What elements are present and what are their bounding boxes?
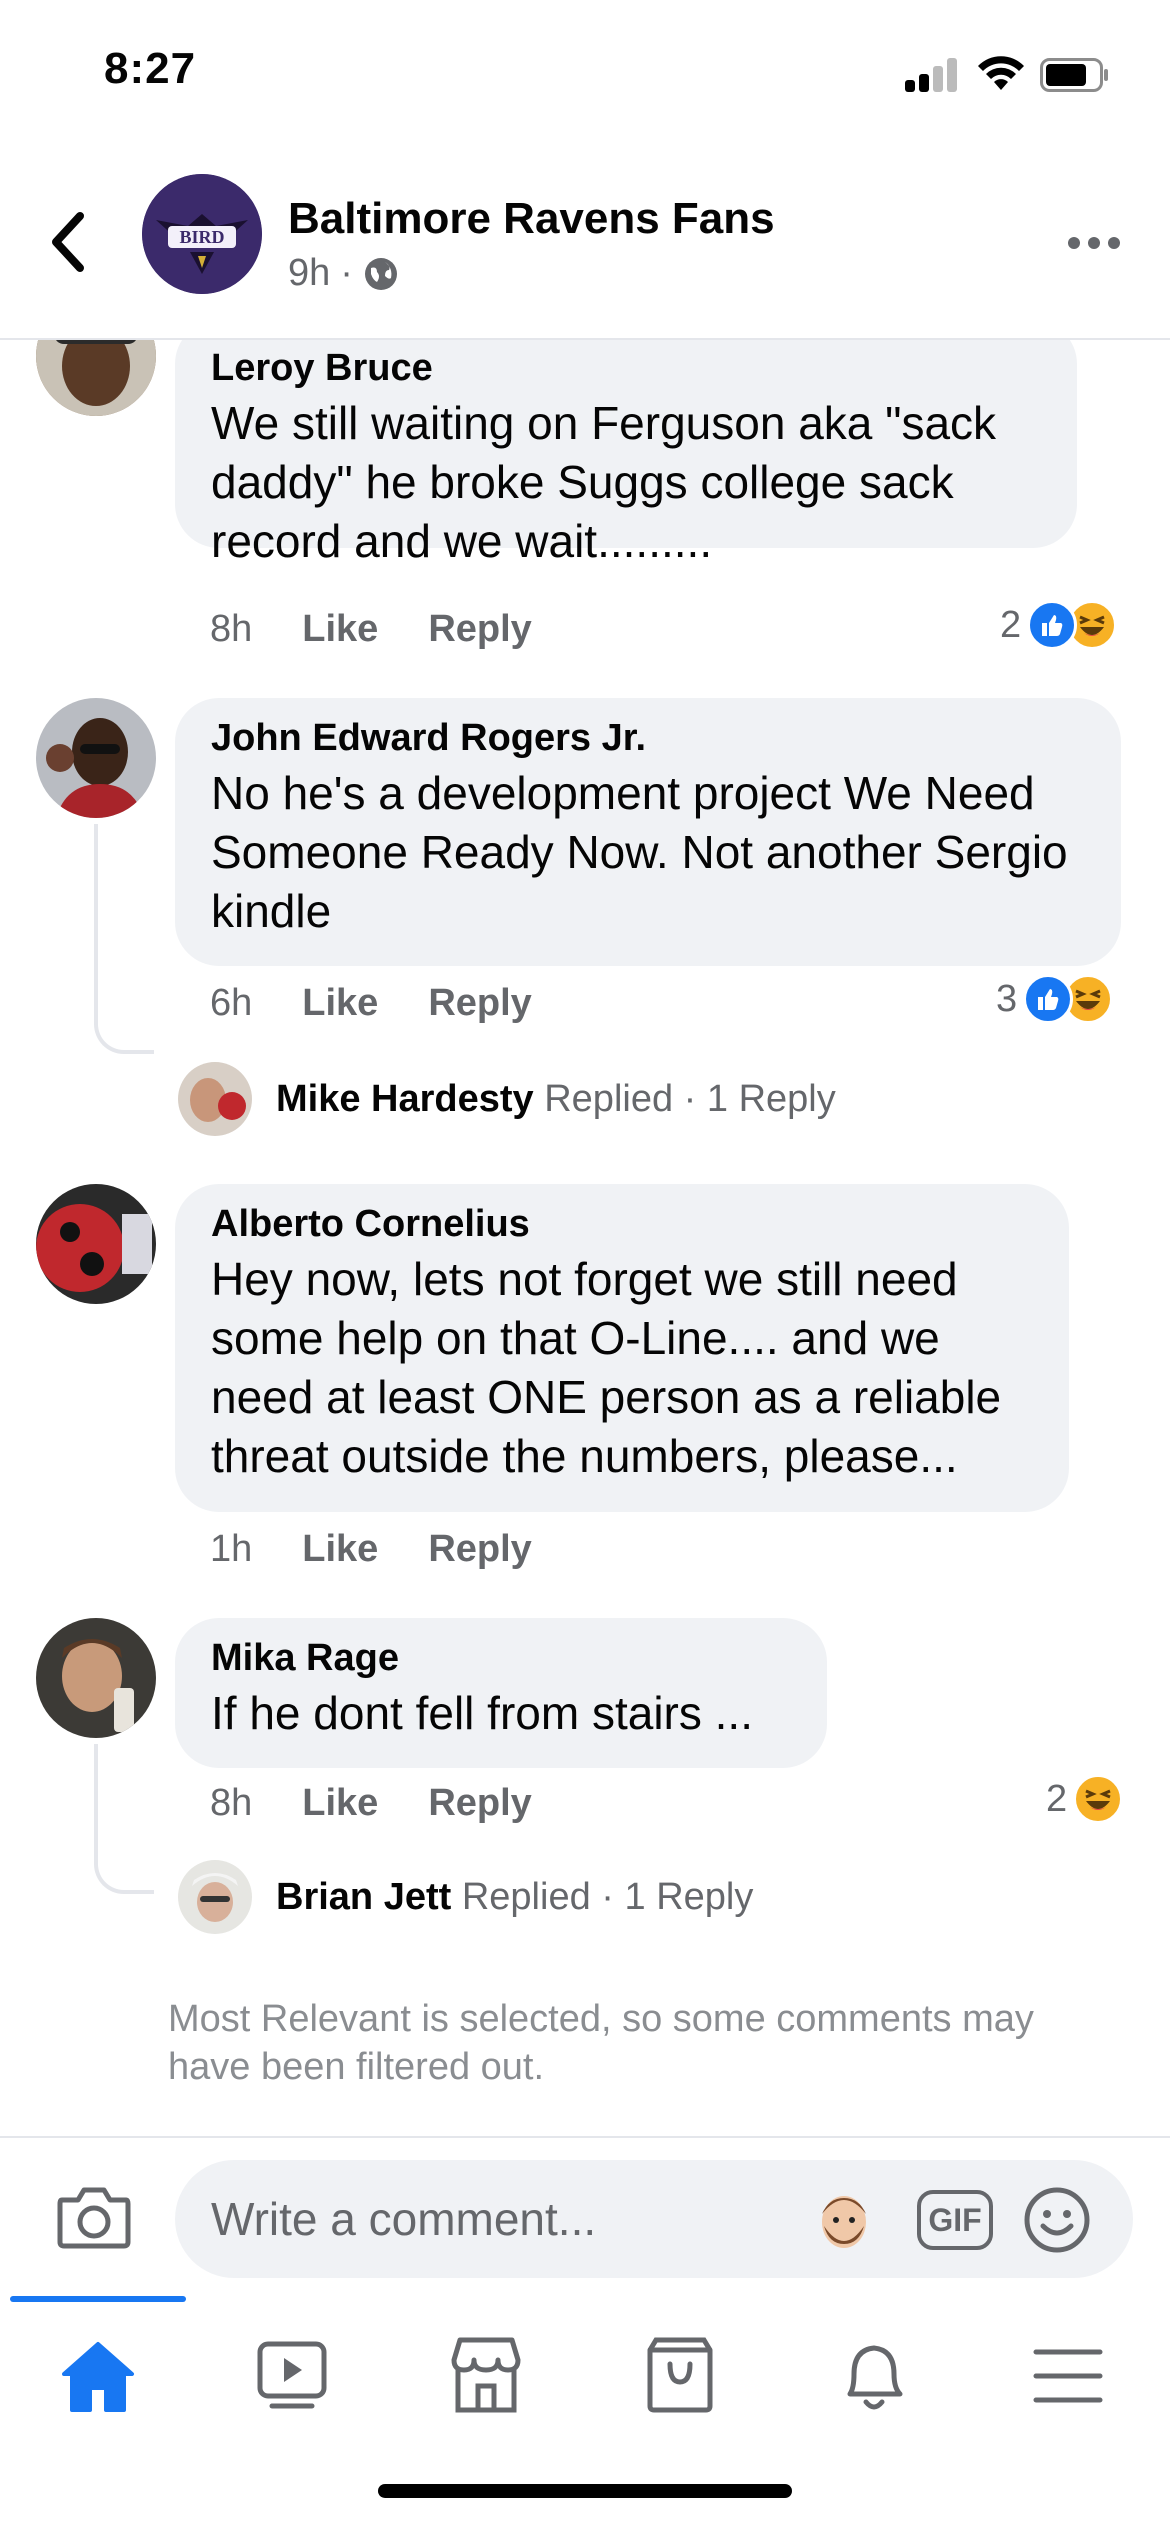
reply-separator: · <box>683 1077 697 1120</box>
like-button[interactable]: Like <box>302 1528 378 1571</box>
thread-connector <box>94 1744 154 1894</box>
reply-avatar <box>178 1860 252 1934</box>
comment-author[interactable]: Leroy Bruce <box>211 342 1041 394</box>
comment-bubble[interactable]: Mika Rage If he dont fell from stairs ..… <box>175 1618 827 1768</box>
comment-author[interactable]: Alberto Cornelius <box>211 1198 1033 1250</box>
reply-action: Replied <box>544 1077 674 1120</box>
reaction-summary[interactable]: 2 <box>1000 600 1118 650</box>
reply-author[interactable]: Mike Hardesty <box>276 1078 534 1120</box>
comment-text: Hey now, lets not forget we still need s… <box>211 1253 1002 1482</box>
home-icon[interactable] <box>48 2330 148 2420</box>
thread-connector <box>94 824 154 1054</box>
reply-count[interactable]: 1 Reply <box>707 1078 836 1120</box>
like-button[interactable]: Like <box>302 1782 378 1825</box>
battery-icon <box>1040 58 1108 92</box>
reply-button[interactable]: Reply <box>428 608 531 651</box>
reply-button[interactable]: Reply <box>428 1782 531 1825</box>
comment-actions: 1h Like Reply <box>210 1528 532 1571</box>
reaction-summary[interactable]: 2 <box>1046 1774 1124 1824</box>
comment-actions: 6h Like Reply <box>210 982 532 1025</box>
reaction-summary[interactable]: 3 <box>996 974 1114 1024</box>
post-age: 9h <box>288 252 331 294</box>
active-tab-indicator <box>10 2296 186 2302</box>
comment-bubble[interactable]: John Edward Rogers Jr. No he's a develop… <box>175 698 1121 966</box>
comment-bubble[interactable]: Alberto Cornelius Hey now, lets not forg… <box>175 1184 1069 1512</box>
more-options-icon[interactable] <box>1068 228 1124 258</box>
globe-icon <box>364 257 397 290</box>
reply-avatar <box>178 1062 252 1136</box>
emoji-icon[interactable] <box>1023 2186 1091 2254</box>
reply-action: Replied <box>461 1875 591 1918</box>
reaction-count: 3 <box>996 977 1018 1020</box>
like-button[interactable]: Like <box>302 608 378 651</box>
group-name[interactable]: Baltimore Ravens Fans <box>288 194 775 244</box>
meta-separator: · <box>340 252 353 294</box>
reaction-count: 2 <box>1046 1777 1068 1820</box>
back-icon[interactable] <box>40 202 100 282</box>
watch-icon[interactable] <box>242 2330 342 2420</box>
marketplace-icon[interactable] <box>436 2330 536 2420</box>
reply-button[interactable]: Reply <box>428 982 531 1025</box>
svg-text:BIRD: BIRD <box>179 227 224 247</box>
menu-icon[interactable] <box>1018 2330 1118 2420</box>
wifi-icon <box>978 56 1024 90</box>
comment-text: We still waiting on Ferguson aka "sack d… <box>211 397 997 567</box>
like-reaction-icon <box>1027 600 1078 650</box>
comment-avatar[interactable] <box>36 698 156 818</box>
comment-author[interactable]: John Edward Rogers Jr. <box>211 712 1085 764</box>
reply-separator: · <box>601 1875 614 1918</box>
comment-text: No he's a development project We Need So… <box>211 767 1068 937</box>
like-reaction-icon <box>1023 974 1074 1024</box>
reply-preview[interactable]: Brian Jett Replied · 1 Reply <box>178 1860 753 1934</box>
reaction-count: 2 <box>1000 603 1022 646</box>
signal-icon <box>905 56 959 92</box>
status-time: 8:27 <box>104 44 197 93</box>
comment-input[interactable] <box>211 2160 771 2278</box>
comment-composer: GIF <box>0 2136 1170 2296</box>
comment-bubble[interactable]: Leroy Bruce We still waiting on Ferguson… <box>175 340 1077 567</box>
comment-avatar[interactable] <box>36 1184 156 1304</box>
ravens-logo: BIRD <box>142 174 262 294</box>
comment-time: 6h <box>210 982 253 1024</box>
filter-note: Most Relevant is selected, so some comme… <box>168 1998 1034 2088</box>
comment-time: 8h <box>210 608 253 650</box>
comment-text: If he dont fell from stairs ... <box>211 1687 753 1739</box>
gif-button[interactable]: GIF <box>917 2190 993 2250</box>
reply-author[interactable]: Brian Jett <box>276 1876 451 1918</box>
like-button[interactable]: Like <box>302 982 378 1025</box>
status-bar: 8:27 <box>0 0 1170 150</box>
home-indicator <box>378 2484 792 2498</box>
comment-actions: 8h Like Reply <box>210 1782 532 1825</box>
post-header: BIRD Baltimore Ravens Fans 9h · <box>0 150 1170 340</box>
reply-count[interactable]: 1 Reply <box>625 1876 754 1918</box>
post-meta: 9h · <box>288 252 399 295</box>
group-avatar[interactable]: BIRD <box>142 174 262 294</box>
comment-time: 8h <box>210 1782 253 1824</box>
reply-button[interactable]: Reply <box>428 1528 531 1571</box>
reply-preview[interactable]: Mike Hardesty Replied · 1 Reply <box>178 1062 836 1136</box>
shop-icon[interactable] <box>630 2330 730 2420</box>
comment-avatar[interactable] <box>36 340 156 416</box>
avatar-sticker-icon[interactable] <box>807 2182 881 2256</box>
comment-actions: 8h Like Reply <box>210 608 532 651</box>
camera-icon[interactable] <box>56 2184 132 2250</box>
comment-box: GIF <box>175 2160 1133 2278</box>
comment-avatar[interactable] <box>36 1618 156 1738</box>
comments-list: Leroy Bruce We still waiting on Ferguson… <box>0 340 1170 2140</box>
notifications-icon[interactable] <box>824 2330 924 2420</box>
comment-author[interactable]: Mika Rage <box>211 1632 791 1684</box>
comment-time: 1h <box>210 1528 253 1570</box>
haha-reaction-icon <box>1073 1774 1124 1824</box>
